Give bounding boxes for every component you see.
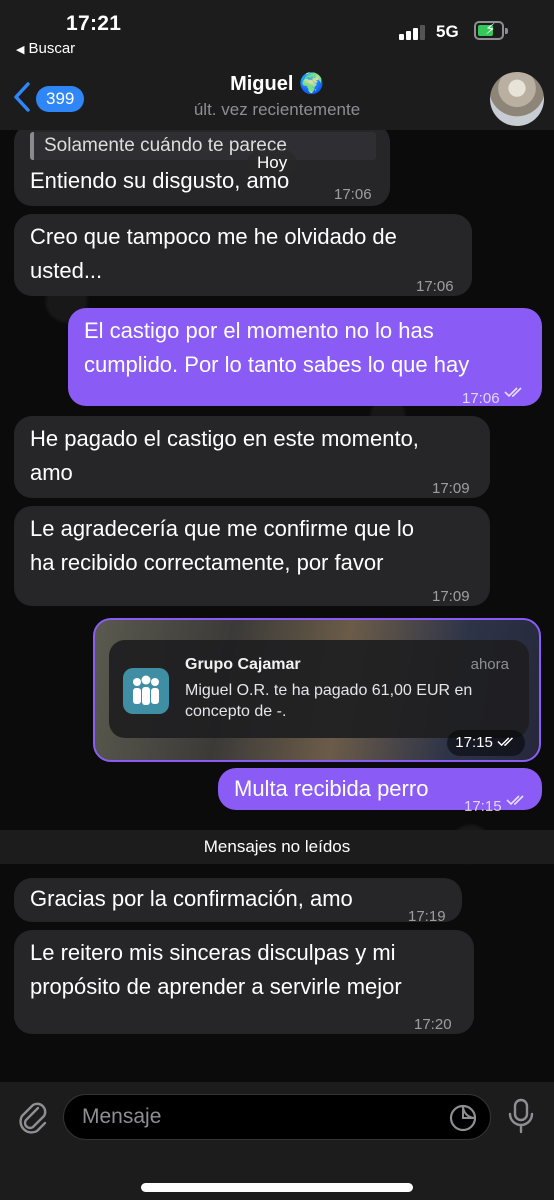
message-text-line: cumplido. Por lo tanto sabes lo que hay	[84, 352, 470, 377]
avatar[interactable]	[490, 72, 544, 126]
image-message-bubble[interactable]: Grupo Cajamar ahora Miguel O.R. te ha pa…	[93, 618, 541, 762]
status-bar: 17:21 ◀ Buscar 5G ⚡	[0, 0, 554, 62]
message-bubble-incoming[interactable]: Solamente cuándo te parece Entiendo su d…	[14, 130, 390, 206]
message-bubble-incoming[interactable]: Le agradecería que me confirme que lo ha…	[14, 506, 490, 606]
message-time: 17:09	[432, 588, 470, 605]
back-app-label: Buscar	[28, 40, 76, 57]
message-text: Gracias por la confirmación, amo	[30, 886, 353, 911]
chat-subtitle: últ. vez recientemente	[193, 100, 361, 119]
message-time: 17:09	[432, 480, 470, 497]
message-time: 17:19	[408, 908, 446, 925]
message-bubble-incoming[interactable]: He pagado el castigo en este momento, am…	[14, 416, 490, 498]
message-time: 17:15	[447, 730, 525, 756]
notification-app-name: Grupo Cajamar	[185, 656, 301, 673]
message-bubble-outgoing[interactable]: El castigo por el momento no lo has cump…	[68, 308, 542, 407]
message-input[interactable]	[82, 1103, 422, 1131]
message-bubble-outgoing[interactable]: Multa recibida perro 17:15	[218, 768, 542, 815]
reply-preview[interactable]: Solamente cuándo te parece	[30, 132, 376, 160]
message-time: 17:06	[334, 186, 372, 203]
message-time: 17:20	[414, 1016, 452, 1033]
home-indicator[interactable]	[141, 1183, 413, 1192]
message-text-line: El castigo por el momento no lo has	[84, 318, 434, 343]
message-time: 17:06	[416, 278, 454, 295]
message-text-line: He pagado el castigo en este momento,	[30, 426, 419, 451]
message-time: 17:06	[462, 390, 500, 407]
unread-messages-divider: Mensajes no leídos	[0, 830, 554, 864]
message-time-text: 17:15	[455, 734, 493, 751]
message-text-line: Le reitero mis sinceras disculpas y mi	[30, 940, 396, 965]
notification-card: Grupo Cajamar ahora Miguel O.R. te ha pa…	[109, 640, 529, 738]
message-input-box[interactable]	[63, 1094, 491, 1140]
message-bubble-incoming[interactable]: Le reitero mis sinceras disculpas y mi p…	[14, 930, 474, 1034]
message-text-line: Creo que tampoco me he olvidado de	[30, 224, 397, 249]
double-check-icon	[497, 737, 513, 747]
message-text-line: propósito de aprender a servirle mejor	[30, 974, 402, 999]
signal-icon	[399, 24, 427, 40]
battery-icon: ⚡	[474, 21, 508, 40]
bank-app-icon	[123, 668, 169, 714]
double-check-icon	[506, 795, 524, 806]
chat-header: 399 Miguel 🌍 últ. vez recientemente	[0, 62, 554, 130]
message-list[interactable]: Solamente cuándo te parece Entiendo su d…	[0, 130, 554, 1082]
back-triangle-icon: ◀	[16, 44, 25, 56]
microphone-icon[interactable]	[506, 1096, 536, 1136]
network-type: 5G	[436, 22, 459, 41]
back-to-app-link[interactable]: ◀ Buscar	[16, 40, 75, 57]
message-time: 17:15	[464, 798, 502, 815]
date-separator: Hoy	[247, 150, 298, 176]
paperclip-icon[interactable]	[14, 1096, 50, 1136]
message-text-line: ha recibido correctamente, por favor	[30, 550, 384, 575]
chat-title[interactable]: Miguel 🌍	[0, 71, 554, 96]
message-text-line: usted...	[30, 258, 103, 283]
message-text-line: amo	[30, 460, 73, 485]
sticker-icon[interactable]	[448, 1103, 478, 1133]
notification-body: Miguel O.R. te ha pagado 61,00 EUR en co…	[185, 682, 473, 720]
message-text: Multa recibida perro	[234, 776, 429, 801]
double-check-icon	[504, 387, 522, 398]
notification-time: ahora	[470, 656, 509, 673]
message-bubble-incoming[interactable]: Creo que tampoco me he olvidado de usted…	[14, 214, 472, 296]
message-text-line: Le agradecería que me confirme que lo	[30, 516, 415, 541]
status-time: 17:21	[66, 12, 122, 35]
message-bubble-incoming[interactable]: Gracias por la confirmación, amo 17:19	[14, 878, 462, 925]
